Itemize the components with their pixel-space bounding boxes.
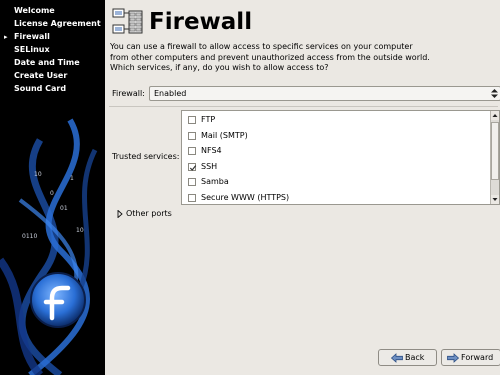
other-ports-label: Other ports: [126, 209, 172, 218]
svg-text:1: 1: [70, 175, 74, 182]
sidebar-item-label: Welcome: [14, 6, 55, 15]
service-checkbox[interactable]: [188, 131, 196, 140]
service-checkbox[interactable]: [188, 147, 196, 155]
scroll-thumb[interactable]: [491, 122, 499, 180]
forward-button[interactable]: Forward: [441, 349, 500, 366]
sidebar-steps: Welcome License Agreement ▸ Firewall SELi…: [0, 6, 105, 97]
firewall-network-icon: [112, 8, 143, 34]
service-checkbox[interactable]: [188, 178, 196, 186]
scroll-down-button[interactable]: [491, 195, 499, 204]
service-label: NFS4: [201, 146, 222, 155]
sidebar-item-sound-card: Sound Card: [0, 84, 105, 97]
sidebar-item-label: License Agreement: [14, 19, 101, 28]
svg-text:10: 10: [34, 171, 42, 178]
svg-text:0: 0: [50, 190, 54, 197]
trusted-services-list[interactable]: FTP Mail (SMTP) NFS4 SSH Samba Secure WW…: [181, 110, 500, 205]
service-label: Secure WWW (HTTPS): [201, 192, 290, 202]
sidebar: 10 01 0110 1 0 10 Welcome License Agreement …: [0, 0, 105, 375]
scroll-down-arrow-icon: [492, 198, 498, 201]
expander-arrow-icon: [117, 210, 123, 218]
sidebar-item-label: SELinux: [14, 45, 50, 54]
list-item-ftp[interactable]: FTP: [182, 113, 488, 129]
service-checkbox[interactable]: [188, 116, 196, 124]
page-title: Firewall: [149, 9, 253, 35]
scroll-up-button[interactable]: [491, 111, 499, 120]
trusted-services-label: Trusted services:: [112, 152, 180, 161]
scroll-up-arrow-icon: [492, 114, 498, 117]
sidebar-item-label: Create User: [14, 71, 68, 80]
updown-arrow-icon: [491, 89, 498, 98]
service-label: FTP: [201, 115, 216, 124]
back-arrow-icon: [391, 353, 403, 363]
list-item-ssh[interactable]: SSH: [182, 160, 488, 176]
sidebar-item-selinux: SELinux: [0, 45, 105, 58]
svg-text:01: 01: [60, 205, 68, 212]
sidebar-item-date-and-time: Date and Time: [0, 58, 105, 71]
back-button-label: Back: [405, 353, 425, 362]
sidebar-item-label: Sound Card: [14, 84, 67, 93]
sidebar-item-welcome: Welcome: [0, 6, 105, 19]
sidebar-item-license-agreement: License Agreement: [0, 19, 105, 32]
forward-button-label: Forward: [461, 353, 494, 362]
service-label: SSH: [201, 161, 218, 171]
forward-arrow-icon: [447, 353, 459, 363]
back-button[interactable]: Back: [378, 349, 437, 366]
svg-text:0110: 0110: [22, 233, 37, 240]
list-item-nfs4[interactable]: NFS4: [182, 144, 488, 160]
list-item-mail-smtp[interactable]: Mail (SMTP): [182, 129, 488, 145]
current-step-arrow-icon: ▸: [4, 33, 8, 41]
services-scrollbar[interactable]: [490, 111, 499, 204]
svg-text:10: 10: [76, 227, 84, 234]
firewall-select-value: Enabled: [154, 89, 187, 98]
sidebar-item-create-user: Create User: [0, 71, 105, 84]
main-panel: Firewall You can use a firewall to allow…: [105, 0, 500, 375]
service-label: Samba: [201, 177, 229, 186]
list-item-samba[interactable]: Samba: [182, 175, 488, 191]
service-checkbox[interactable]: [188, 193, 196, 202]
sidebar-item-label: Date and Time: [14, 58, 80, 67]
firewall-select[interactable]: Enabled: [149, 86, 500, 101]
divider: [109, 106, 498, 107]
service-checkbox-checked[interactable]: [188, 162, 197, 171]
check-mark-icon: [189, 164, 197, 171]
sidebar-item-firewall: ▸ Firewall: [0, 32, 105, 45]
firewall-label: Firewall:: [112, 89, 145, 98]
list-item-secure-www-https[interactable]: Secure WWW (HTTPS): [182, 191, 488, 205]
intro-text: You can use a firewall to allow access t…: [110, 42, 430, 72]
service-label: Mail (SMTP): [201, 130, 248, 140]
sidebar-item-label: Firewall: [14, 32, 50, 41]
